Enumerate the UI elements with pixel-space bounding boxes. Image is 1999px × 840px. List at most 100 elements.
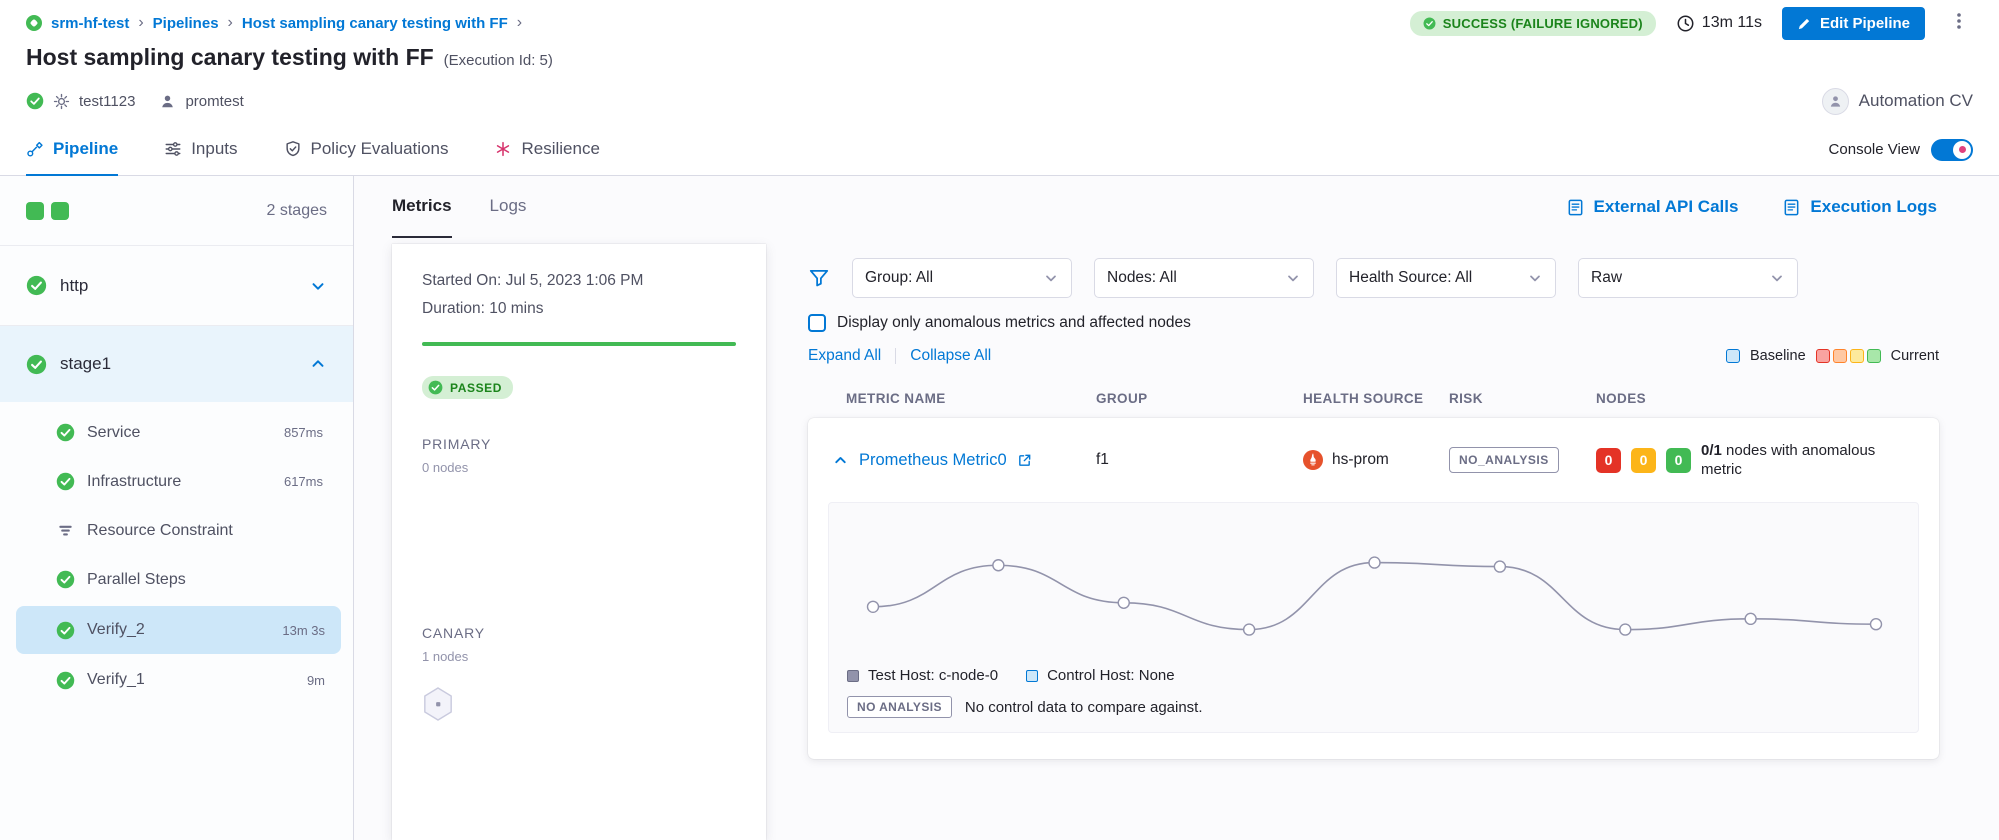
gear-icon: [53, 93, 70, 110]
chart-data-point[interactable]: [1244, 624, 1255, 635]
header-actions: SUCCESS (FAILURE IGNORED) 13m 11s Edit P…: [1410, 7, 1973, 40]
host-legend-row: Test Host: c-node-0 Control Host: None: [847, 667, 1900, 684]
tabs-group: Pipeline Inputs Policy Evaluations Resil…: [26, 124, 600, 175]
step-row-verify-2[interactable]: Verify_2 13m 3s: [16, 606, 341, 654]
metric-line-chart: [847, 507, 1900, 665]
title-row: Host sampling canary testing with FF (Ex…: [26, 44, 1973, 76]
environment-name[interactable]: promtest: [185, 93, 243, 110]
collapse-all-link[interactable]: Collapse All: [910, 347, 991, 365]
risk-badge: NO_ANALYSIS: [1449, 447, 1559, 473]
step-row-infrastructure[interactable]: Infrastructure 617ms: [0, 457, 353, 506]
step-row-verify-1[interactable]: Verify_1 9m: [16, 656, 341, 704]
step-row-resource-constraint[interactable]: Resource Constraint: [0, 506, 353, 555]
chevron-down-icon: [1043, 270, 1059, 286]
status-badge: SUCCESS (FAILURE IGNORED): [1410, 11, 1656, 36]
tab-pipeline[interactable]: Pipeline: [26, 124, 118, 176]
health-source-filter-value: Health Source: All: [1349, 269, 1472, 287]
edit-pipeline-button[interactable]: Edit Pipeline: [1782, 7, 1925, 40]
warning-node-count[interactable]: 0: [1631, 448, 1656, 473]
step-row-service[interactable]: Service 857ms: [0, 408, 353, 457]
edit-pipeline-label: Edit Pipeline: [1820, 15, 1910, 32]
stage-row-http[interactable]: http: [0, 246, 353, 326]
avatar: [1822, 88, 1849, 115]
external-link-icon[interactable]: [1017, 453, 1032, 468]
tab-inputs[interactable]: Inputs: [164, 124, 237, 176]
chart-data-point[interactable]: [1620, 624, 1631, 635]
legend-current-label: Current: [1891, 348, 1939, 364]
tab-policy-label: Policy Evaluations: [311, 139, 449, 159]
passed-label: PASSED: [450, 381, 502, 395]
health-source-filter-dropdown[interactable]: Health Source: All: [1336, 258, 1556, 298]
service-name[interactable]: test1123: [79, 93, 135, 110]
nodes-ratio: 0/1: [1701, 442, 1722, 459]
legend-red-swatch: [1816, 349, 1830, 363]
meta-row: test1123 promtest Automation CV: [26, 86, 1973, 116]
more-options-icon[interactable]: [1945, 9, 1973, 38]
page-title: Host sampling canary testing with FF: [26, 44, 434, 71]
stage-count: 2 stages: [267, 202, 327, 220]
stage-row-stage1[interactable]: stage1: [0, 326, 353, 402]
resilience-icon: [494, 140, 512, 158]
chart-data-point[interactable]: [1871, 619, 1882, 630]
health-source-name: hs-prom: [1332, 451, 1389, 469]
chart-data-point[interactable]: [1118, 597, 1129, 608]
breadcrumb-pipeline-name[interactable]: Host sampling canary testing with FF: [242, 15, 508, 32]
console-view-toggle[interactable]: [1931, 139, 1973, 161]
chart-data-point[interactable]: [868, 601, 879, 612]
tab-metrics[interactable]: Metrics: [392, 176, 452, 238]
chart-data-point[interactable]: [1369, 557, 1380, 568]
step-list: Service 857ms Infrastructure 617ms Resou…: [0, 402, 353, 706]
stage-status-square: [26, 202, 44, 220]
canary-node-hexagon[interactable]: [422, 686, 736, 727]
column-risk: RISK: [1449, 391, 1596, 406]
expand-all-link[interactable]: Expand All: [808, 347, 881, 365]
environment-icon: [159, 93, 176, 110]
unhealthy-node-count[interactable]: 0: [1596, 448, 1621, 473]
breadcrumb-project[interactable]: srm-hf-test: [51, 15, 129, 32]
breadcrumb-separator-icon: [138, 14, 143, 32]
column-nodes: NODES: [1596, 391, 1915, 406]
stage-name: stage1: [60, 354, 296, 374]
edit-icon: [1797, 16, 1812, 31]
chevron-down-icon[interactable]: [309, 277, 327, 295]
collapse-row-chevron-icon[interactable]: [832, 452, 849, 469]
divider: [895, 348, 896, 364]
health-source-cell: hs-prom: [1303, 450, 1449, 470]
nodes-filter-dropdown[interactable]: Nodes: All: [1094, 258, 1314, 298]
resource-constraint-icon: [56, 521, 75, 540]
verification-tabs-row: Metrics Logs External API Calls Executio…: [354, 176, 1999, 238]
total-duration-value: 13m 11s: [1702, 14, 1762, 32]
check-circle-icon: [56, 621, 75, 640]
step-name: Resource Constraint: [87, 522, 233, 540]
chart-data-point[interactable]: [1494, 561, 1505, 572]
step-row-parallel-steps[interactable]: Parallel Steps: [0, 555, 353, 604]
chart-data-point[interactable]: [993, 560, 1004, 571]
tab-logs[interactable]: Logs: [490, 176, 527, 238]
control-host-swatch: [1026, 670, 1038, 682]
metric-row-header: Prometheus Metric0 f1 hs-prom NO_ANALYSI…: [808, 418, 1939, 502]
execution-logs-link[interactable]: Execution Logs: [1782, 197, 1937, 217]
metrics-pane: Group: All Nodes: All Health Source: All: [766, 244, 1999, 840]
step-name: Infrastructure: [87, 473, 181, 491]
execution-logs-label: Execution Logs: [1810, 197, 1937, 217]
clock-icon: [1676, 14, 1695, 33]
tab-resilience[interactable]: Resilience: [494, 124, 599, 176]
group-filter-dropdown[interactable]: Group: All: [852, 258, 1072, 298]
verification-links: External API Calls Execution Logs: [1566, 176, 1937, 238]
verification-duration: Duration: 10 mins: [422, 300, 736, 318]
check-circle-icon: [56, 472, 75, 491]
step-name: Verify_1: [87, 671, 145, 689]
step-duration: 857ms: [284, 425, 323, 440]
chart-data-point[interactable]: [1745, 613, 1756, 624]
view-mode-dropdown[interactable]: Raw: [1578, 258, 1798, 298]
total-duration: 13m 11s: [1676, 14, 1762, 33]
breadcrumb-pipelines[interactable]: Pipelines: [153, 15, 219, 32]
tab-pipeline-label: Pipeline: [53, 139, 118, 159]
anomalous-checkbox[interactable]: [808, 314, 826, 332]
healthy-node-count[interactable]: 0: [1666, 448, 1691, 473]
metric-name-link[interactable]: Prometheus Metric0: [859, 451, 1007, 470]
tab-policy-evaluations[interactable]: Policy Evaluations: [284, 124, 449, 176]
external-api-calls-link[interactable]: External API Calls: [1566, 197, 1739, 217]
chevron-up-icon[interactable]: [309, 355, 327, 373]
chevron-down-icon: [1285, 270, 1301, 286]
